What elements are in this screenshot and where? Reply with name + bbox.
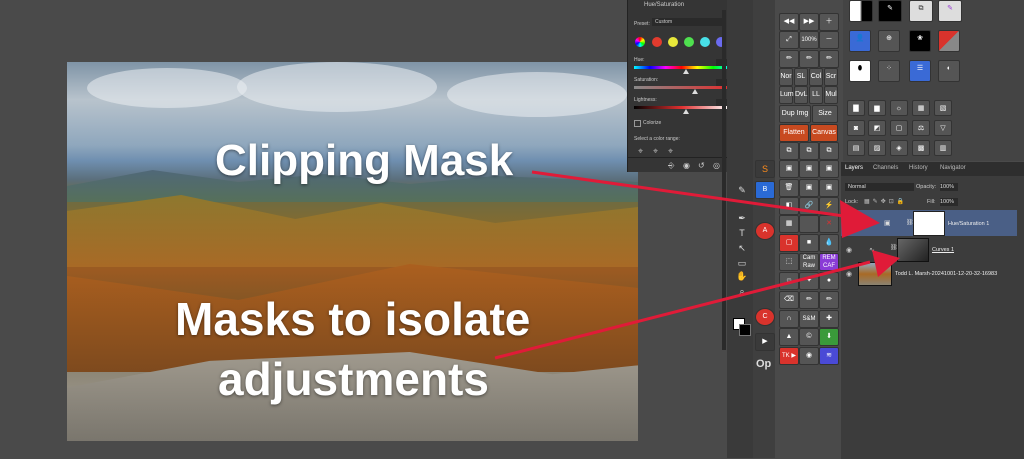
- arrowhead-clipping: [840, 200, 880, 238]
- arrow-to-mask: [494, 260, 871, 360]
- annotation-arrows: [494, 170, 900, 360]
- arrow-to-clipping-layer: [531, 170, 859, 220]
- arrowhead-mask: [872, 250, 900, 277]
